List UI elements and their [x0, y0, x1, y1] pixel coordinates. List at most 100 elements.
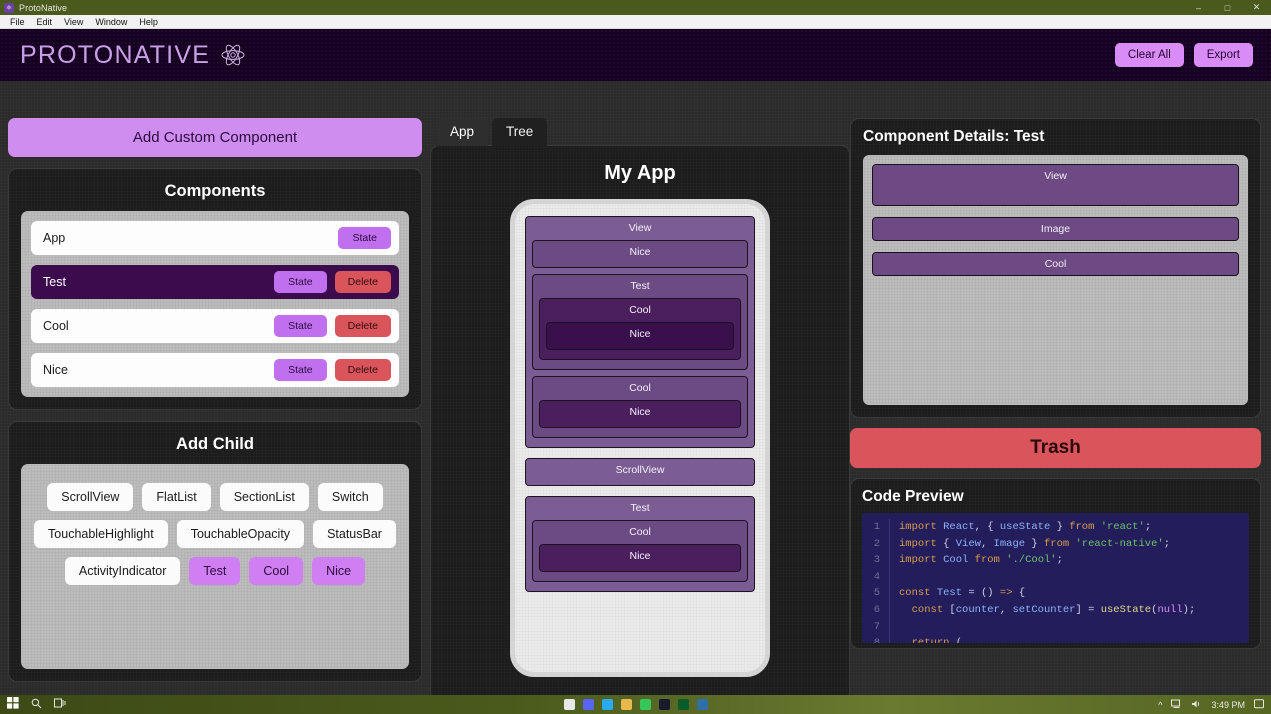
taskbar-left [0, 696, 66, 714]
code-line-content: import React, { useState } from 'react'; [899, 521, 1152, 533]
add-child-scroll-area[interactable]: ViewButtonTextImageTextInputScrollViewFl… [31, 474, 399, 659]
add-child-box: ViewButtonTextImageTextInputScrollViewFl… [21, 464, 409, 669]
tree-node[interactable]: Nice [546, 322, 734, 350]
show-hidden-icon[interactable]: ^ [1158, 700, 1162, 710]
tree-node[interactable]: Nice [532, 240, 748, 268]
add-child-chip[interactable]: StatusBar [313, 520, 396, 548]
detail-item[interactable]: Cool [872, 252, 1239, 276]
preview-title: My App [604, 162, 676, 184]
component-details-panel: Component Details: Test View Image Cool [850, 118, 1261, 418]
menu-file[interactable]: File [4, 15, 31, 29]
delete-button[interactable]: Delete [334, 359, 391, 381]
component-row[interactable]: Nice State Delete [31, 353, 399, 387]
menu-edit[interactable]: Edit [31, 15, 59, 29]
photos-icon[interactable] [696, 699, 708, 710]
left-column: Add Custom Component Components App State… [0, 110, 430, 695]
menubar: File Edit View Window Help [0, 15, 1271, 29]
tab-app[interactable]: App [436, 118, 489, 146]
state-button[interactable]: State [274, 359, 327, 381]
menu-help[interactable]: Help [133, 15, 164, 29]
add-child-title: Add Child [176, 435, 254, 453]
detail-item[interactable]: Image [872, 217, 1239, 241]
taskbar-pinned-apps [563, 699, 708, 710]
component-row[interactable]: Cool State Delete [31, 309, 399, 343]
right-column: Component Details: Test View Image Cool Tr… [850, 110, 1271, 695]
phone-mockup[interactable]: View Nice Test Cool Nice Cool Nice ScrollView Te… [510, 199, 770, 677]
app-header: PROTONATIVE Clear All Export [0, 29, 1271, 81]
component-row[interactable]: App State [31, 221, 399, 255]
tree-node[interactable]: Cool Nice [539, 298, 741, 360]
add-child-chip[interactable]: ActivityIndicator [64, 557, 181, 585]
add-child-chip[interactable]: ScrollView [47, 483, 134, 511]
menu-view[interactable]: View [58, 15, 89, 29]
app-body: PROTONATIVE Clear All Export Add Custom … [0, 29, 1271, 705]
tree-node[interactable]: Cool Nice [532, 376, 748, 438]
clear-all-button[interactable]: Clear All [1114, 43, 1184, 67]
components-title: Components [164, 182, 266, 200]
middle-column: App Tree My App View Nice Test Cool Nice Cool N… [430, 110, 850, 705]
add-custom-component-button[interactable]: Add Custom Component [8, 118, 422, 157]
code-line: 3 import Cool from './Cool'; [862, 552, 1249, 569]
close-button[interactable]: ✕ [1242, 0, 1271, 15]
add-child-chip[interactable]: FlatList [142, 483, 211, 511]
component-row-actions: State Delete [274, 315, 391, 337]
code-preview-area[interactable]: 1 import React, { useState } from 'react'… [862, 513, 1249, 643]
component-name: Test [43, 275, 66, 289]
tree-node[interactable]: View Nice Test Cool Nice Cool Nice [525, 216, 755, 448]
trash-dropzone[interactable]: Trash [850, 428, 1261, 468]
settings-icon[interactable] [658, 699, 670, 710]
terminal-icon[interactable] [677, 699, 689, 710]
component-details-list: View Image Cool [863, 155, 1248, 405]
add-child-chip[interactable]: Nice [312, 557, 366, 585]
main-columns: Add Custom Component Components App State… [0, 110, 1271, 705]
components-list: App State Test State Delete Cool State Delete Ni… [21, 211, 409, 397]
tree-node-label: View [628, 222, 652, 234]
taskbar-clock[interactable]: 3:49 PM [1211, 700, 1245, 710]
state-button[interactable]: State [338, 227, 391, 249]
add-child-chip[interactable]: TouchableHighlight [34, 520, 168, 548]
explorer-icon[interactable] [620, 699, 632, 710]
notification-icon[interactable] [1254, 698, 1265, 711]
add-child-chip[interactable]: TouchableOpacity [176, 520, 305, 548]
maximize-button[interactable]: □ [1213, 0, 1242, 15]
tree-node[interactable]: Test Cool Nice [532, 274, 748, 370]
task-view-icon[interactable] [54, 696, 66, 714]
state-button[interactable]: State [274, 315, 327, 337]
volume-icon[interactable] [1191, 699, 1202, 711]
code-line-number: 8 [862, 635, 890, 643]
component-row[interactable]: Test State Delete [31, 265, 399, 299]
chrome-icon[interactable] [563, 699, 575, 710]
discord-icon[interactable] [582, 699, 594, 710]
detail-item[interactable]: View [872, 164, 1239, 206]
tree-node-label: Cool [629, 304, 651, 316]
code-line: 1 import React, { useState } from 'react'… [862, 519, 1249, 536]
add-child-chip[interactable]: Cool [249, 557, 304, 585]
add-child-chip[interactable]: SectionList [219, 483, 309, 511]
minimize-button[interactable]: – [1184, 0, 1213, 15]
tree-node[interactable]: Test Cool Nice [525, 496, 755, 592]
telegram-icon[interactable] [601, 699, 613, 710]
code-line: 2 import { View, Image } from 'react-nati… [862, 535, 1249, 553]
delete-button[interactable]: Delete [334, 315, 391, 337]
tree-node[interactable]: Nice [539, 544, 741, 572]
state-button[interactable]: State [274, 271, 327, 293]
add-child-chip[interactable]: Switch [317, 483, 383, 511]
tree-node-label: Test [630, 280, 650, 292]
export-button[interactable]: Export [1193, 43, 1253, 67]
tree-node[interactable]: ScrollView [525, 458, 755, 486]
code-line-number: 2 [862, 535, 890, 553]
tab-tree[interactable]: Tree [492, 118, 548, 146]
add-child-chip[interactable]: Test [189, 557, 241, 585]
menu-window[interactable]: Window [89, 15, 133, 29]
windows-start-icon[interactable] [7, 696, 19, 714]
code-line-number: 4 [862, 568, 890, 586]
network-icon[interactable] [1171, 699, 1182, 711]
tree-node[interactable]: Cool Nice [532, 520, 748, 582]
tree-node-label: Nice [629, 328, 651, 340]
components-panel: Components App State Test State Delete Cool St… [8, 168, 422, 410]
code-line-number: 1 [862, 519, 890, 536]
search-icon[interactable] [31, 696, 42, 714]
tree-node[interactable]: Nice [539, 400, 741, 428]
delete-button[interactable]: Delete [334, 271, 391, 293]
navigation-icon[interactable] [639, 699, 651, 710]
